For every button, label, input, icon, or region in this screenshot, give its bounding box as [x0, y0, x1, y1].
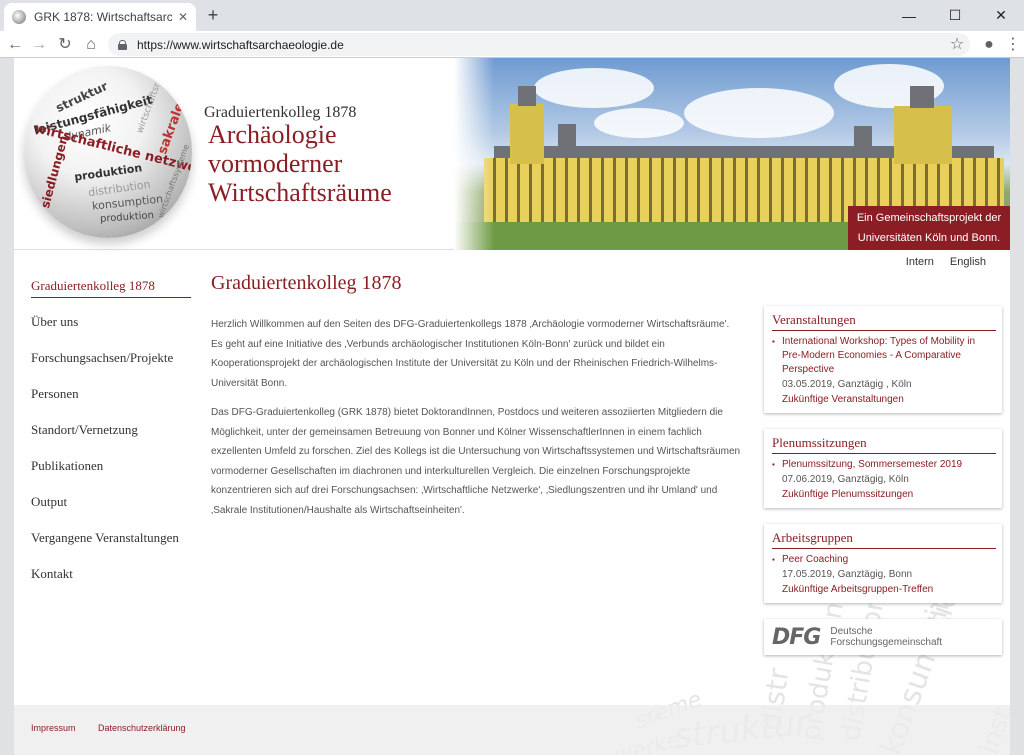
- nav-item-vergangene-veranstaltungen[interactable]: Vergangene Veranstaltungen: [31, 528, 191, 564]
- address-bar[interactable]: https://www.wirtschaftsarchaeologie.de: [108, 33, 970, 56]
- plenum-meta: 07.06.2019, Ganztägig, Köln: [782, 474, 909, 485]
- university-photo: Ein Gemeinschaftsprojekt der Universität…: [454, 58, 1010, 250]
- working-group-entry-link[interactable]: Peer Coaching: [772, 553, 996, 567]
- nav-item-graduiertenkolleg[interactable]: Graduiertenkolleg 1878: [31, 276, 191, 298]
- working-groups-box: Arbeitsgruppen Peer Coaching 17.05.2019,…: [764, 524, 1002, 603]
- nav-item-kontakt[interactable]: Kontakt: [31, 564, 191, 600]
- nav-item-publikationen[interactable]: Publikationen: [31, 456, 191, 492]
- future-working-groups-link[interactable]: Zukünftige Arbeitsgruppen-Treffen: [772, 582, 996, 597]
- site-title[interactable]: Archäologie vormoderner Wirtschaftsräume: [208, 120, 392, 207]
- impressum-link[interactable]: Impressum: [31, 723, 76, 733]
- nav-item-personen[interactable]: Personen: [31, 384, 191, 420]
- reload-icon[interactable]: ↻: [54, 34, 76, 56]
- nav-item-standort[interactable]: Standort/Vernetzung: [31, 420, 191, 456]
- dfg-name: Deutsche Forschungsgemeinschaft: [830, 626, 942, 648]
- browser-tab[interactable]: GRK 1878: Wirtschaftsarchäologie ✕: [4, 3, 196, 31]
- plenum-box: Plenumssitzungen Plenumssitzung, Sommers…: [764, 429, 1002, 508]
- nav-item-output[interactable]: Output: [31, 492, 191, 528]
- language-bar: Intern English: [906, 256, 986, 268]
- forward-icon[interactable]: →: [28, 34, 50, 56]
- future-events-link[interactable]: Zukünftige Veranstaltungen: [772, 392, 996, 407]
- window-close-icon[interactable]: ✕: [978, 0, 1024, 31]
- lock-icon: [118, 39, 127, 50]
- events-box: Veranstaltungen International Workshop: …: [764, 306, 1002, 413]
- dfg-name-line: Forschungsgemeinschaft: [830, 637, 943, 648]
- tab-bar: GRK 1878: Wirtschaftsarchäologie ✕ + — ☐…: [0, 0, 1024, 31]
- browser-toolbar: ← → ↻ ⌂ https://www.wirtschaftsarchaeolo…: [0, 31, 1024, 58]
- profile-icon[interactable]: ●: [978, 34, 1000, 56]
- maximize-icon[interactable]: ☐: [932, 0, 978, 31]
- globe-word: produktion: [99, 210, 155, 225]
- english-link[interactable]: English: [950, 256, 986, 268]
- plenum-entry-link[interactable]: Plenumssitzung, Sommersemester 2019: [772, 458, 996, 472]
- project-caption: Ein Gemeinschaftsprojekt der Universität…: [848, 206, 1010, 250]
- event-meta: 03.05.2019, Ganztägig , Köln: [782, 379, 912, 390]
- datenschutz-link[interactable]: Datenschutzerklärung: [98, 723, 186, 733]
- back-icon[interactable]: ←: [4, 34, 26, 56]
- globe-word: siedlungen: [38, 134, 71, 210]
- intern-link[interactable]: Intern: [906, 256, 934, 268]
- home-icon[interactable]: ⌂: [80, 34, 102, 56]
- site-title-line: Archäologie: [208, 120, 337, 149]
- working-groups-title[interactable]: Arbeitsgruppen: [772, 530, 996, 549]
- bookmark-star-icon[interactable]: ☆: [946, 34, 968, 56]
- main-navigation: Graduiertenkolleg 1878 Über uns Forschun…: [31, 276, 191, 600]
- page-title: Graduiertenkolleg 1878: [211, 272, 402, 294]
- dfg-logo: DFG: [772, 624, 821, 650]
- url-text: https://www.wirtschaftsarchaeologie.de: [137, 37, 344, 52]
- site-header: struktur wirtschaftsraum sakrale inst le…: [14, 58, 1010, 250]
- word-globe-logo[interactable]: struktur wirtschaftsraum sakrale inst le…: [24, 66, 192, 238]
- event-entry-link[interactable]: International Workshop: Types of Mobilit…: [772, 335, 996, 377]
- web-page: struktur wirtschaftssys konsumption dist…: [14, 58, 1010, 755]
- description-paragraph: Das DFG-Graduiertenkolleg (GRK 1878) bie…: [211, 407, 741, 516]
- plenum-title[interactable]: Plenumssitzungen: [772, 435, 996, 454]
- right-sidebar: Veranstaltungen International Workshop: …: [764, 306, 1002, 655]
- caption-line: Universitäten Köln und Bonn.: [857, 232, 1001, 244]
- dfg-name-line: Deutsche: [830, 626, 873, 637]
- nav-item-ueber-uns[interactable]: Über uns: [31, 312, 191, 348]
- main-content: Graduiertenkolleg 1878 Herzlich Willkomm…: [211, 272, 741, 530]
- new-tab-icon[interactable]: +: [204, 5, 222, 25]
- events-title[interactable]: Veranstaltungen: [772, 312, 996, 331]
- minimize-icon[interactable]: —: [886, 0, 932, 31]
- site-title-line: Wirtschaftsräume: [208, 178, 392, 207]
- nav-item-forschungsachsen[interactable]: Forschungsachsen/Projekte: [31, 348, 191, 384]
- dfg-logo-link[interactable]: DFG Deutsche Forschungsgemeinschaft: [764, 619, 1002, 655]
- page-footer: Impressum Datenschutzerklärung: [14, 705, 1010, 755]
- close-tab-icon[interactable]: ✕: [178, 10, 188, 24]
- browser-menu-icon[interactable]: ⋮: [1002, 34, 1024, 56]
- working-group-meta: 17.05.2019, Ganztägig, Bonn: [782, 569, 913, 580]
- intro-paragraph: Herzlich Willkommen auf den Seiten des D…: [211, 319, 730, 389]
- caption-line: Ein Gemeinschaftsprojekt der: [856, 212, 1002, 224]
- future-plenum-link[interactable]: Zukünftige Plenumssitzungen: [772, 487, 996, 502]
- tab-title: GRK 1878: Wirtschaftsarchäologie: [34, 10, 172, 24]
- globe-favicon-icon: [12, 10, 26, 24]
- site-title-line: vormoderner: [208, 149, 343, 178]
